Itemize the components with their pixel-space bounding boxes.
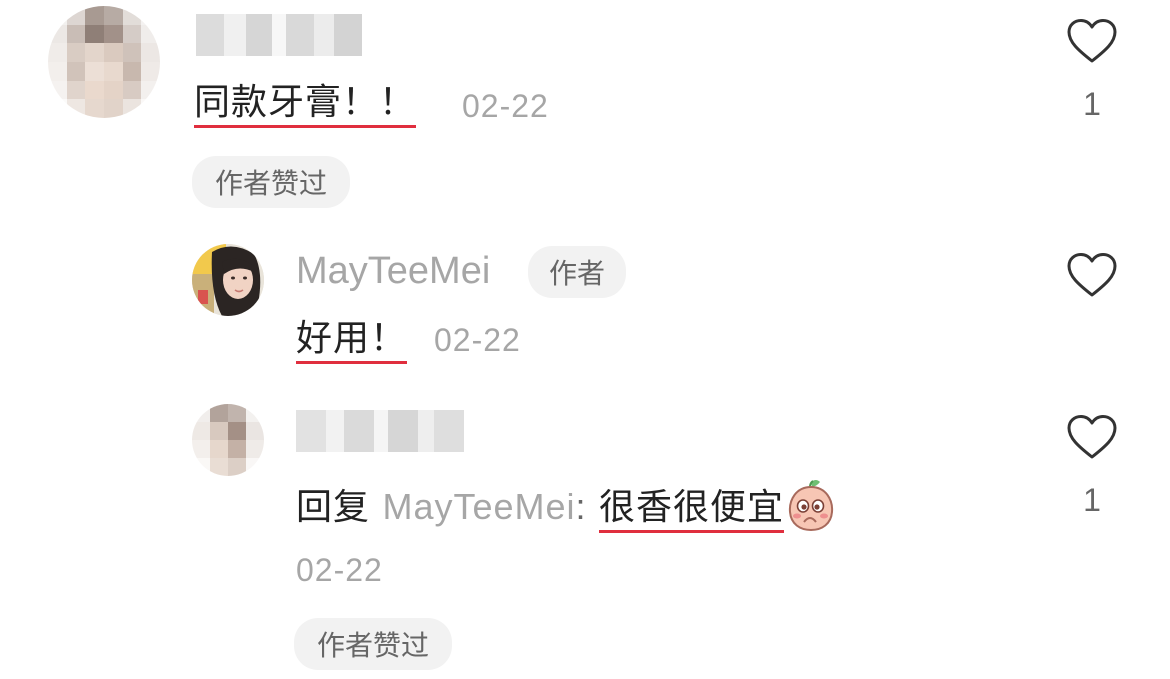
heart-outline-icon[interactable] xyxy=(1066,414,1118,460)
username-blurred[interactable] xyxy=(196,14,362,56)
like-count: 1 xyxy=(1083,86,1101,122)
reply-date: 02-22 xyxy=(296,552,383,588)
avatar[interactable] xyxy=(192,404,264,476)
avatar[interactable] xyxy=(192,244,264,316)
heart-outline-icon[interactable] xyxy=(1066,18,1118,64)
avatar[interactable] xyxy=(48,6,160,118)
comment-date: 02-22 xyxy=(462,88,549,124)
author-tag: 作者 xyxy=(528,246,626,298)
reply-date: 02-22 xyxy=(434,322,521,358)
like-count: 1 xyxy=(1083,482,1101,518)
reply-text: 好用！ xyxy=(296,318,408,365)
reply-username[interactable]: MayTeeMei xyxy=(296,250,490,293)
reply-prefix: 回复 xyxy=(296,487,371,528)
heart-outline-icon[interactable] xyxy=(1066,252,1118,298)
reply-to-username[interactable]: MayTeeMei xyxy=(382,486,575,527)
author-liked-badge: 作者赞过 xyxy=(294,618,452,670)
comment-text: 同款牙膏！！ xyxy=(194,82,417,129)
reply-text: 回复 MayTeeMei: 很香很便宜 xyxy=(296,478,836,536)
comment-text-content: 同款牙膏！！ xyxy=(194,82,417,129)
reply-text-content: 好用！ xyxy=(296,318,408,365)
reply-text-content: 很香很便宜 xyxy=(599,487,785,534)
reply-colon: : xyxy=(575,486,587,527)
username-blurred[interactable] xyxy=(296,410,464,452)
author-liked-badge: 作者赞过 xyxy=(192,156,350,208)
peach-blush-emoji xyxy=(786,478,836,532)
